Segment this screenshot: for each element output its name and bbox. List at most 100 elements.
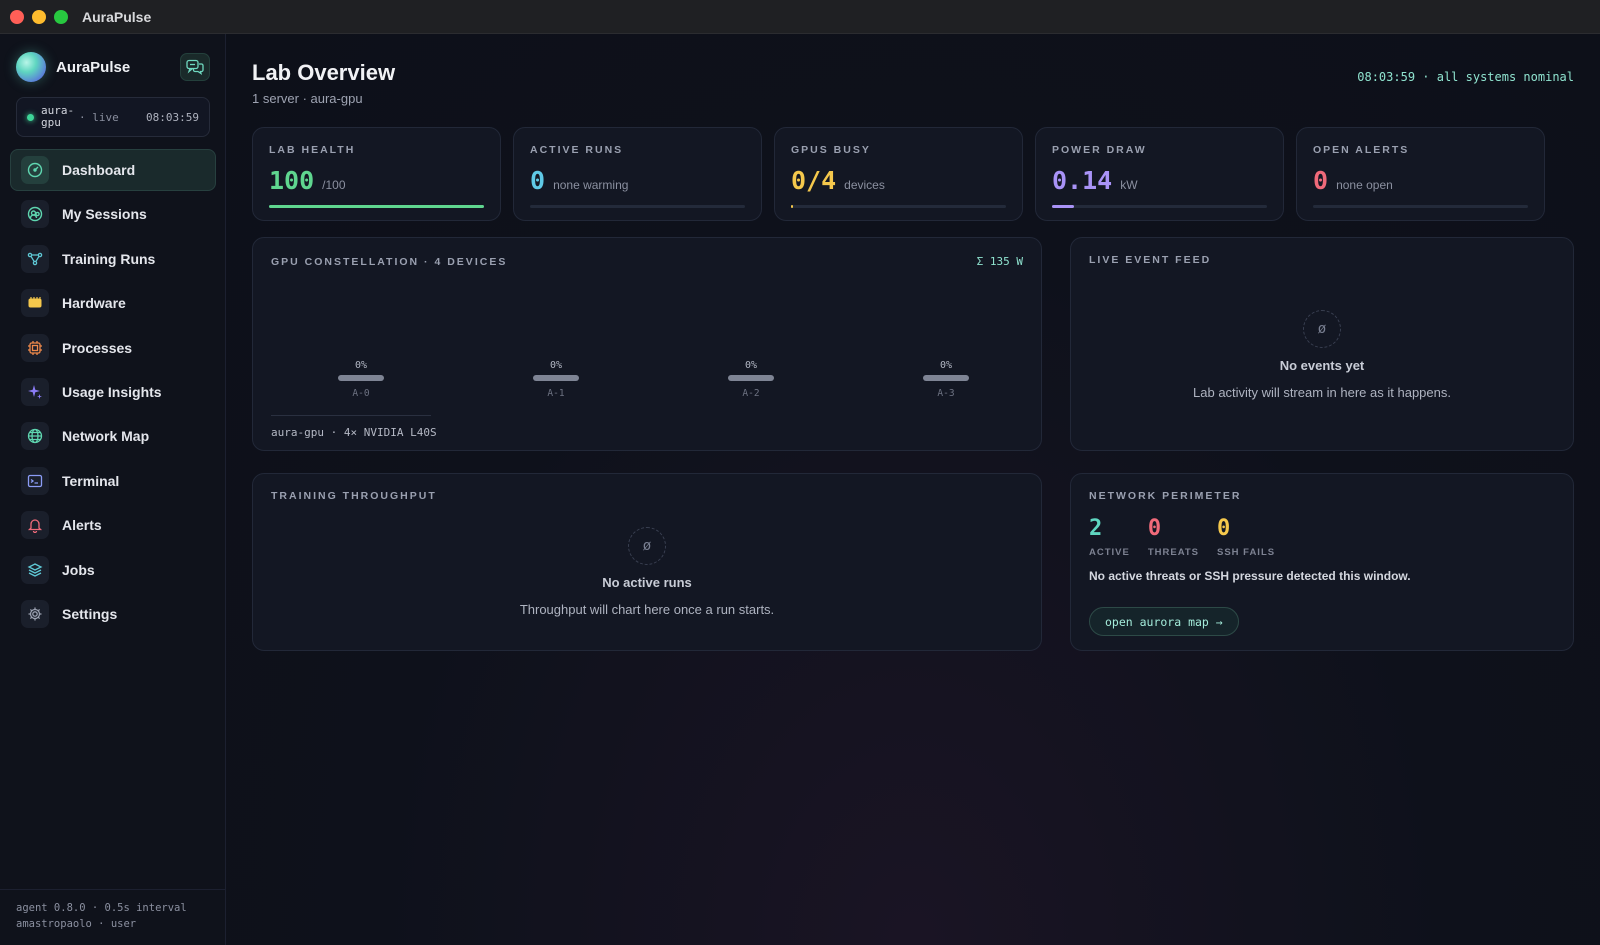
server-status-pill[interactable]: aura-gpu · live 08:03:59	[16, 97, 210, 137]
sidebar-item-alerts[interactable]: Alerts	[10, 504, 216, 546]
kpi-progress-track	[1313, 205, 1528, 208]
gpu-host-info: aura-gpu · 4× NVIDIA L40S	[271, 426, 437, 439]
empty-state-title: No events yet	[1279, 358, 1365, 373]
brand-name: AuraPulse	[56, 58, 131, 76]
sidebar-item-processes[interactable]: Processes	[10, 327, 216, 369]
window-controls	[10, 9, 68, 24]
sidebar-item-dashboard[interactable]: Dashboard	[10, 149, 216, 191]
live-event-feed-panel: LIVE EVENT FEED ø No events yet Lab acti…	[1070, 237, 1574, 451]
gpu-utilization-bar	[923, 375, 969, 381]
stat-active: 2 ACTIVE	[1089, 516, 1130, 558]
window-titlebar: AuraPulse	[0, 0, 1600, 34]
gpu-device[interactable]: 0% A-2	[721, 360, 781, 399]
gpu-device[interactable]: 0% A-1	[526, 360, 586, 399]
kpi-value: 0.14	[1052, 166, 1113, 195]
sidebar-item-label: Settings	[62, 605, 118, 622]
bell-icon	[21, 511, 49, 540]
panel-caption: GPU CONSTELLATION · 4 DEVICES	[271, 256, 508, 268]
sidebar-item-settings[interactable]: Settings	[10, 593, 216, 635]
gpu-device[interactable]: 0% A-0	[331, 360, 391, 399]
sidebar-item-usage-insights[interactable]: Usage Insights	[10, 371, 216, 413]
brand-orb-icon	[16, 52, 46, 82]
sidebar-item-label: Alerts	[62, 517, 102, 534]
stat-value: 0	[1217, 516, 1231, 541]
sidebar-item-label: My Sessions	[62, 206, 147, 223]
gauge-icon	[21, 156, 49, 184]
sidebar-item-label: Jobs	[62, 561, 95, 578]
stat-value: 0	[1147, 516, 1162, 541]
page-subtitle: 1 server · aura-gpu	[252, 91, 363, 106]
empty-set-icon: ø	[628, 527, 666, 565]
kpi-value: 0	[530, 166, 546, 195]
kpi-unit: devices	[844, 178, 885, 192]
kpi-progress-fill	[269, 205, 484, 208]
divider	[271, 415, 431, 416]
kpi-value: 0	[1313, 166, 1329, 195]
total-power: Σ 135 W	[976, 255, 1023, 268]
empty-state-description: Throughput will chart here once a run st…	[519, 602, 775, 617]
main-content: Lab Overview 1 server · aura-gpu 08:03:5…	[226, 34, 1600, 945]
sidebar-item-my-sessions[interactable]: My Sessions	[10, 193, 216, 235]
close-window-button[interactable]	[10, 9, 24, 24]
minimize-window-button[interactable]	[32, 9, 46, 24]
stat-ssh-fails: 0 SSH FAILS	[1217, 516, 1275, 558]
page-title: Lab Overview	[252, 60, 396, 85]
kpi-power-draw[interactable]: POWER DRAW 0.14 kW	[1035, 127, 1284, 221]
sidebar-item-label: Dashboard	[62, 162, 136, 178]
gpu-label: A-1	[547, 388, 565, 399]
brand: AuraPulse	[16, 52, 130, 82]
kpi-value: 0/4	[791, 166, 837, 195]
sidebar-item-network-map[interactable]: Network Map	[10, 415, 216, 457]
gpu-label: A-2	[742, 388, 760, 399]
sidebar-item-label: Processes	[62, 339, 133, 356]
kpi-open-alerts[interactable]: OPEN ALERTS 0 none open	[1296, 127, 1545, 221]
graph-icon	[21, 244, 49, 273]
network-perimeter-panel: NETWORK PERIMETER 2 ACTIVE 0 THREATS 0 S…	[1070, 473, 1574, 651]
network-status-message: No active threats or SSH pressure detect…	[1089, 569, 1411, 583]
gpu-device[interactable]: 0% A-3	[916, 360, 976, 399]
gpu-utilization: 0%	[939, 360, 953, 371]
sidebar-nav: Dashboard My Sessions Training Runs Hard…	[10, 149, 216, 637]
sidebar-item-label: Hardware	[62, 295, 126, 312]
gpu-utilization-bar	[728, 375, 774, 381]
kpi-unit: none open	[1336, 178, 1393, 192]
open-aurora-map-button[interactable]: open aurora map →	[1089, 607, 1239, 636]
sidebar-item-jobs[interactable]: Jobs	[10, 549, 216, 591]
sidebar-item-label: Network Map	[62, 428, 150, 445]
empty-state-description: Lab activity will stream in here as it h…	[1193, 385, 1451, 400]
terminal-icon	[21, 466, 49, 495]
gpu-label: A-0	[352, 388, 370, 399]
panel-caption: TRAINING THROUGHPUT	[271, 490, 437, 502]
empty-state-title: No active runs	[602, 575, 692, 590]
current-user: amastropaolo · user	[16, 918, 137, 930]
gpu-utilization-bar	[533, 375, 579, 381]
sidebar-item-label: Training Runs	[62, 250, 156, 267]
layers-icon	[21, 555, 49, 584]
sidebar-item-label: Terminal	[62, 472, 120, 489]
kpi-unit: none warming	[553, 178, 629, 192]
gpu-utilization-bar	[338, 375, 384, 381]
training-throughput-panel: TRAINING THROUGHPUT ø No active runs Thr…	[252, 473, 1042, 651]
kpi-lab-health[interactable]: LAB HEALTH 100 /100	[252, 127, 501, 221]
sparkle-icon	[21, 377, 49, 406]
kpi-caption: POWER DRAW	[1052, 144, 1147, 156]
zoom-window-button[interactable]	[54, 9, 68, 24]
kpi-caption: LAB HEALTH	[269, 144, 356, 156]
gpu-label: A-3	[937, 388, 955, 399]
system-status: 08:03:59 · all systems nominal	[1357, 70, 1574, 84]
empty-set-icon: ø	[1303, 310, 1341, 348]
kpi-progress-fill	[791, 205, 794, 208]
users-icon	[21, 200, 49, 229]
sidebar-item-terminal[interactable]: Terminal	[10, 460, 216, 502]
stat-label: SSH FAILS	[1217, 547, 1276, 558]
server-name: aura-gpu	[41, 104, 75, 129]
sidebar-item-hardware[interactable]: Hardware	[10, 282, 216, 324]
kpi-gpus-busy[interactable]: GPUS BUSY 0/4 devices	[774, 127, 1023, 221]
kpi-active-runs[interactable]: ACTIVE RUNS 0 none warming	[513, 127, 762, 221]
sidebar-item-training-runs[interactable]: Training Runs	[10, 238, 216, 280]
gpu-utilization: 0%	[744, 360, 758, 371]
chat-button[interactable]	[180, 53, 210, 81]
stat-label: THREATS	[1147, 547, 1199, 558]
gpu-utilization: 0%	[549, 360, 563, 371]
sidebar-item-label: Usage Insights	[62, 383, 162, 400]
